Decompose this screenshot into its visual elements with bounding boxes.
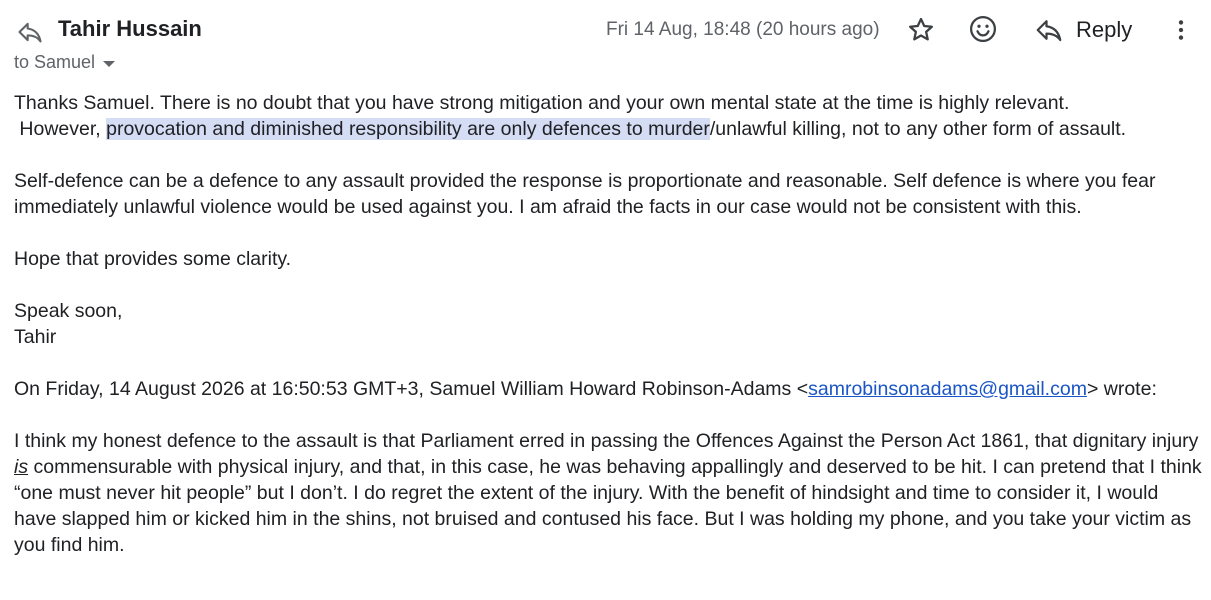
reply-arrow-icon[interactable]	[16, 18, 44, 46]
reply-icon	[1036, 20, 1062, 42]
message-body: Thanks Samuel. There is no doubt that yo…	[14, 90, 1204, 558]
signature: Tahir	[14, 326, 57, 348]
quoted-text-start: I think my honest defence to the assault…	[14, 430, 1199, 452]
quote-header: On Friday, 14 August 2026 at 16:50:53 GM…	[14, 376, 1204, 402]
sender-name: Tahir Hussain	[58, 16, 202, 41]
message-date: Fri 14 Aug, 18:48 (20 hours ago)	[606, 19, 880, 40]
emphasis-text: is	[14, 456, 29, 478]
more-vert-icon[interactable]	[1168, 16, 1194, 44]
quote-header-start: On Friday, 14 August 2026 at 16:50:53 GM…	[14, 378, 809, 400]
sender-email-link[interactable]: samrobinsonadams@gmail.com	[808, 378, 1087, 400]
reply-button[interactable]: Reply	[1034, 14, 1132, 46]
paragraph-mitigation: Thanks Samuel. There is no doubt that yo…	[14, 90, 1204, 142]
message-header: Tahir Hussain to Samuel Fri 14 Aug, 18:4…	[0, 0, 1211, 90]
star-icon[interactable]	[906, 15, 936, 45]
paragraph-mitigation-line1: Thanks Samuel. There is no doubt that yo…	[14, 92, 1070, 114]
quoted-text-end: commensurable with physical injury, and …	[14, 456, 1202, 556]
paragraph-mitigation-line2-start: However,	[14, 118, 107, 140]
quoted-message: I think my honest defence to the assault…	[14, 428, 1204, 558]
paragraph-mitigation-line2-end: /unlawful killing, not to any other form…	[709, 118, 1127, 140]
signature-block: Speak soon, Tahir	[14, 298, 1204, 350]
paragraph-clarity: Hope that provides some clarity.	[14, 248, 292, 270]
dropdown-caret-icon[interactable]	[103, 60, 116, 67]
quoted-paragraph: I think my honest defence to the assault…	[14, 428, 1204, 558]
reply-label: Reply	[1076, 17, 1133, 42]
recipients-toggle[interactable]: to Samuel	[14, 52, 116, 73]
emoji-icon[interactable]	[968, 14, 998, 44]
paragraph-self-defence: Self-defence can be a defence to any ass…	[14, 170, 1156, 218]
recipients-label: to Samuel	[14, 52, 96, 72]
selected-text: provocation and diminished responsibilit…	[106, 118, 710, 140]
quote-header-end: > wrote:	[1086, 378, 1157, 400]
signoff: Speak soon,	[14, 300, 123, 322]
